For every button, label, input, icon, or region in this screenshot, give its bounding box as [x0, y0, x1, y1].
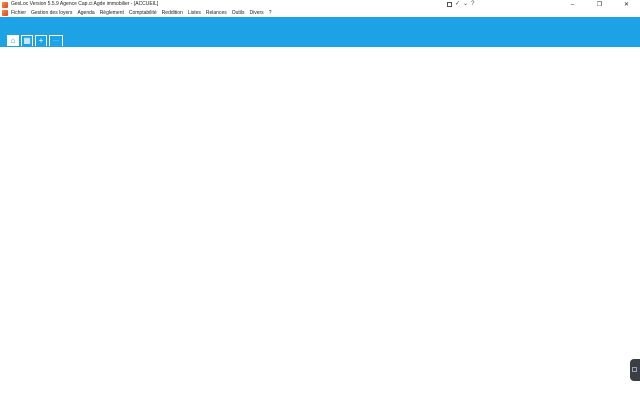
- ribbon-tabs: ⌂ ▦ + ···: [7, 35, 63, 47]
- close-button[interactable]: ✕: [613, 0, 640, 9]
- window-title: GesLoc Version 5.5.9 Agence Cap.ci Agde …: [11, 1, 159, 7]
- menu-outils[interactable]: Outils: [232, 9, 245, 17]
- home-icon: ⌂: [10, 36, 16, 45]
- menu-fichier[interactable]: Fichier: [11, 9, 26, 17]
- help-icon[interactable]: ?: [471, 1, 474, 8]
- title-toolbar: ✓ ⌄ ?: [447, 1, 474, 8]
- tab-add[interactable]: +: [35, 35, 47, 46]
- app-logo-icon: [2, 1, 8, 8]
- menu-divers[interactable]: Divers: [250, 9, 264, 17]
- menu-listes[interactable]: Listes: [188, 9, 201, 17]
- menu-reglement[interactable]: Règlement: [100, 9, 124, 17]
- plus-icon: +: [38, 36, 44, 45]
- tab-more[interactable]: ···: [49, 35, 63, 46]
- menu-comptabilite[interactable]: Comptabilité: [129, 9, 157, 17]
- menu-gestion-des-loyers[interactable]: Gestion des loyers: [31, 9, 72, 17]
- maximize-button[interactable]: ❐: [586, 0, 613, 9]
- calendar-icon: ▦: [23, 36, 31, 45]
- corner-widget-icon[interactable]: [630, 359, 640, 381]
- main-content: [0, 47, 640, 400]
- ribbon-bar: [0, 17, 640, 47]
- more-icon: ···: [53, 38, 59, 44]
- title-bar: GesLoc Version 5.5.9 Agence Cap.ci Agde …: [0, 0, 640, 9]
- checkbox-icon[interactable]: [447, 2, 452, 7]
- menu-relances[interactable]: Relances: [206, 9, 227, 17]
- menu-help[interactable]: ?: [269, 9, 272, 17]
- tab-home[interactable]: ⌂: [7, 35, 19, 46]
- check-icon[interactable]: ✓: [455, 1, 460, 8]
- app-menu-icon[interactable]: [2, 10, 8, 16]
- dropdown-icon[interactable]: ⌄: [463, 1, 468, 8]
- menu-reddition[interactable]: Reddition: [162, 9, 183, 17]
- tab-calendar[interactable]: ▦: [21, 35, 33, 46]
- menu-bar: Fichier Gestion des loyers Agenda Règlem…: [0, 9, 640, 17]
- menu-agenda[interactable]: Agenda: [77, 9, 94, 17]
- window-controls: – ❐ ✕: [559, 0, 640, 9]
- minimize-button[interactable]: –: [559, 0, 586, 9]
